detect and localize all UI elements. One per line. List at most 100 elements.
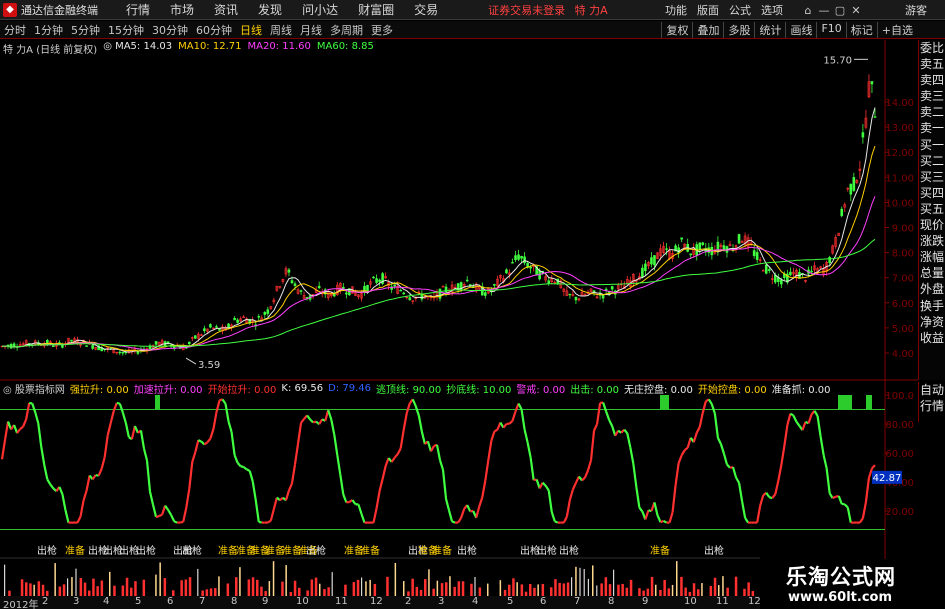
side-panel-item-5[interactable]: 卖一: [919, 120, 945, 136]
period-tab-2[interactable]: 5分钟: [67, 22, 104, 38]
signal-bar-red: [508, 584, 511, 596]
low-marker-line: [185, 357, 197, 365]
period-tab-7[interactable]: 周线: [266, 22, 296, 38]
oscillator-segment: [786, 413, 792, 426]
side-panel2-item-1[interactable]: 行情: [919, 398, 945, 414]
oscillator-segment: [339, 474, 345, 495]
menu-market-quote[interactable]: 行情: [116, 1, 160, 18]
signal-bar-red: [96, 586, 99, 596]
toolbar-button-6[interactable]: 标记: [845, 21, 877, 38]
side-panel2-item-0[interactable]: 自动: [919, 382, 945, 398]
candle-body: [233, 317, 236, 321]
date-label-15: 5: [507, 596, 514, 607]
side-panel-item-4[interactable]: 卖二: [919, 104, 945, 120]
signal-bars: [4, 561, 755, 596]
side-panel-item-18[interactable]: 收益: [919, 330, 945, 346]
candle-body: [644, 263, 647, 272]
oscillator-segment: [737, 482, 744, 502]
side-panel-item-10[interactable]: 买五: [919, 201, 945, 217]
side-panel-item-7[interactable]: 买二: [919, 153, 945, 169]
toolbar-button-0[interactable]: 复权: [661, 21, 692, 38]
home-icon[interactable]: ⌂: [800, 4, 816, 17]
toolbar-button-3[interactable]: 统计: [754, 21, 785, 38]
menu-function[interactable]: 功能: [660, 2, 692, 18]
right-menu: 功能 版面 公式 选项: [660, 0, 788, 20]
side-panel-item-2[interactable]: 卖四: [919, 72, 945, 88]
menu-discover[interactable]: 发现: [248, 1, 292, 18]
period-tab-0[interactable]: 分时: [0, 22, 30, 38]
candle-body: [689, 253, 693, 256]
period-tab-6[interactable]: 日线: [236, 22, 266, 38]
signal-bar-red: [470, 583, 473, 596]
period-tab-8[interactable]: 月线: [296, 22, 326, 38]
side-panel-item-13[interactable]: 涨幅: [919, 249, 945, 265]
signal-bar-red: [478, 587, 482, 596]
side-panel-item-12[interactable]: 涨跌: [919, 233, 945, 249]
side-panel-item-14[interactable]: 总量: [919, 265, 945, 281]
period-tab-3[interactable]: 15分钟: [104, 22, 148, 38]
candle-body: [372, 276, 375, 279]
indicator-legend-item-6: 逃顶线: 90.00: [376, 385, 442, 396]
oscillator-segment: [605, 411, 611, 421]
signal-bar-yellow: [701, 583, 703, 596]
menu-wealth-circle[interactable]: 财富圈: [348, 1, 404, 18]
side-panel-item-17[interactable]: 净资: [919, 314, 945, 330]
side-panel-item-1[interactable]: 卖五: [919, 56, 945, 72]
side-panel-item-9[interactable]: 买四: [919, 185, 945, 201]
menu-layout[interactable]: 版面: [692, 2, 724, 18]
signal-bar-red: [298, 587, 301, 596]
toolbar-button-5[interactable]: F10: [816, 21, 845, 38]
signal-bar-red: [667, 588, 671, 596]
signal-bar-red: [713, 577, 717, 596]
side-panel-item-0[interactable]: 委比: [919, 40, 945, 56]
oscillator-segment: [381, 465, 387, 480]
close-icon[interactable]: ✕: [848, 4, 864, 17]
side-panel-item-8[interactable]: 买三: [919, 169, 945, 185]
oscillator-segment: [801, 421, 807, 431]
signal-bar-yellow: [109, 571, 111, 596]
candle-body: [514, 255, 517, 261]
signal-bar-white: [587, 578, 589, 596]
period-tab-5[interactable]: 60分钟: [192, 22, 236, 38]
side-panel-item-16[interactable]: 换手: [919, 298, 945, 314]
quote-side-panel: 委比 卖五 卖四 卖三 卖二 卖一 买一 买二 买三 买四 买五 现价 涨跌 涨幅 总量 外盘 换手 净资 收益: [918, 40, 945, 380]
guest-login[interactable]: 游客: [900, 2, 932, 18]
oscillator-segment: [151, 504, 158, 518]
oscillator-segment: [19, 425, 24, 430]
period-tab-10[interactable]: 更多: [367, 22, 397, 38]
menu-trade[interactable]: 交易: [404, 1, 448, 18]
menu-formula[interactable]: 公式: [724, 2, 756, 18]
oscillator-segment: [279, 496, 284, 502]
oscillator-segment: [109, 410, 115, 424]
signal-bar-red: [29, 583, 32, 596]
side-panel-item-3[interactable]: 卖三: [919, 88, 945, 104]
toolbar-button-4[interactable]: 画线: [785, 21, 816, 38]
menu-options[interactable]: 选项: [756, 2, 788, 18]
toolbar-button-1[interactable]: 叠加: [692, 21, 723, 38]
side-panel-item-6[interactable]: 买一: [919, 137, 945, 153]
signal-bar-yellow: [365, 581, 367, 596]
oscillator-segment: [635, 486, 641, 508]
period-tab-4[interactable]: 30分钟: [148, 22, 192, 38]
oscillator-segment: [3, 421, 10, 441]
minimize-icon[interactable]: —: [816, 4, 832, 17]
maximize-icon[interactable]: ▢: [832, 4, 848, 17]
signal-bar-yellow: [655, 584, 657, 596]
signal-bar-red: [130, 587, 133, 596]
menu-news[interactable]: 资讯: [204, 1, 248, 18]
side-panel-item-11[interactable]: 现价: [919, 217, 945, 233]
side-panel-item-15[interactable]: 外盘: [919, 281, 945, 297]
period-tab-9[interactable]: 多周期: [326, 22, 367, 38]
period-tab-1[interactable]: 1分钟: [30, 22, 67, 38]
kline-chart[interactable]: 14.00 13.00 12.00 11.00 10.00 9.00 8.00 7.00 6.0…: [0, 40, 918, 596]
menu-market[interactable]: 市场: [160, 1, 204, 18]
oscillator-segment: [242, 466, 248, 471]
oscillator-segment: [740, 500, 747, 519]
toolbar-button-7[interactable]: +自选: [876, 21, 917, 38]
oscillator-segment: [508, 420, 514, 425]
signal-label-8: 准备: [218, 544, 238, 557]
main-legend-item-1: ◎ MA5: 14.03: [103, 41, 173, 52]
menu-ask[interactable]: 问小达: [292, 1, 348, 18]
toolbar-button-2[interactable]: 多股: [723, 21, 754, 38]
oscillator-segment: [586, 459, 593, 471]
